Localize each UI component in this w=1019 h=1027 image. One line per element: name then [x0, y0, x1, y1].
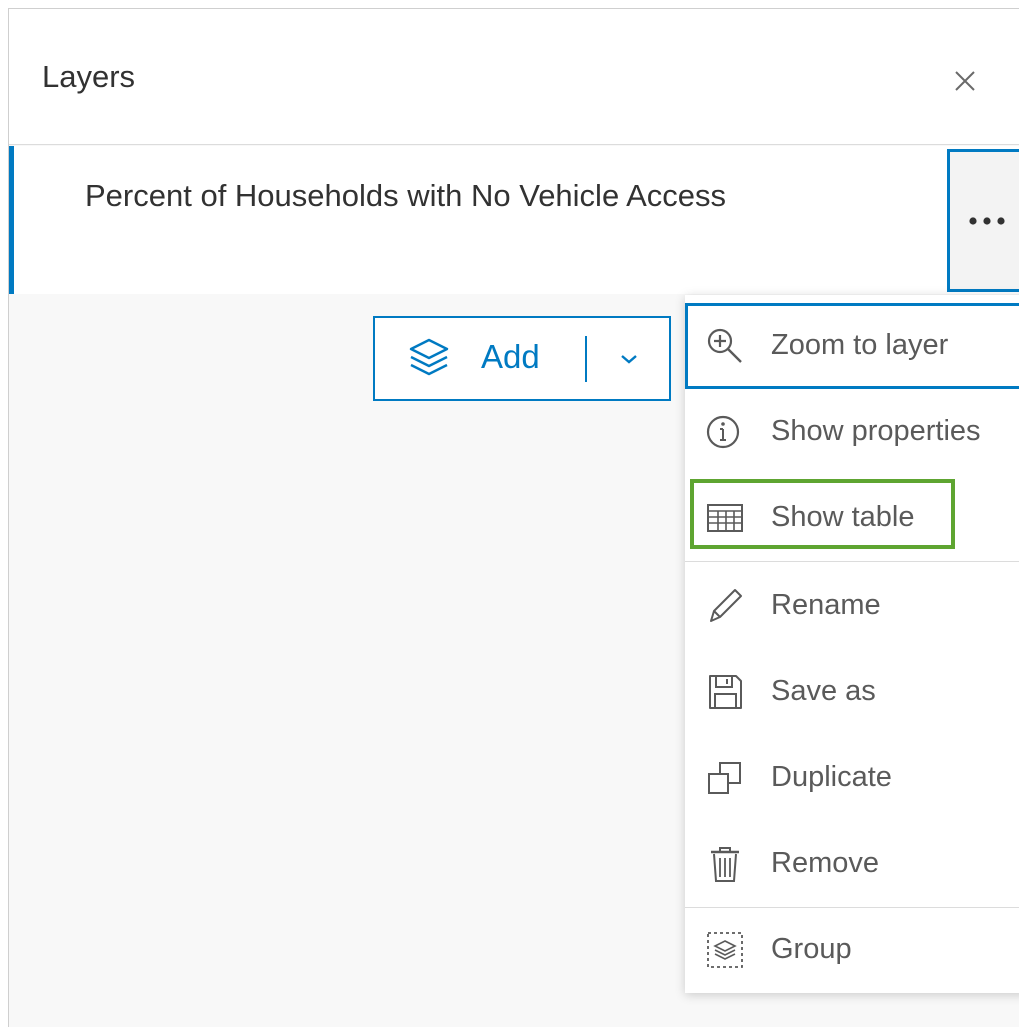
close-button[interactable]: [939, 55, 991, 107]
chevron-down-icon: [621, 354, 637, 364]
pencil-icon: [710, 589, 742, 622]
menu-item-label: Group: [771, 933, 852, 965]
panel-title: Layers: [42, 59, 136, 94]
zoom-in-icon: [707, 328, 742, 363]
menu-item-label: Duplicate: [771, 761, 892, 793]
layer-title: Percent of Households with No Vehicle Ac…: [85, 178, 727, 213]
menu-item-rename[interactable]: Rename: [685, 563, 1019, 649]
menu-item-group[interactable]: Group: [685, 907, 1019, 993]
menu-item-show-properties[interactable]: Show properties: [685, 389, 1019, 475]
save-icon: [709, 675, 742, 709]
layer-selected-indicator: [9, 146, 14, 294]
ellipsis-icon: [969, 216, 1005, 225]
menu-item-label: Rename: [771, 589, 881, 621]
menu-item-label: Show properties: [771, 415, 981, 447]
menu-item-show-table[interactable]: Show table: [685, 475, 1019, 561]
trash-icon: [711, 847, 739, 882]
layers-panel: Layers Percent of Households with No Veh…: [8, 8, 1019, 1027]
menu-item-duplicate[interactable]: Duplicate: [685, 735, 1019, 821]
info-icon: [706, 415, 740, 449]
menu-item-label: Remove: [771, 847, 879, 879]
duplicate-icon: [708, 762, 741, 794]
menu-separator: [685, 561, 1019, 562]
layers-icon: [409, 338, 449, 376]
menu-item-label: Show table: [771, 501, 915, 533]
menu-item-save-as[interactable]: Save as: [685, 649, 1019, 735]
close-icon: [955, 71, 975, 91]
group-layers-icon: [707, 932, 743, 968]
menu-item-label: Save as: [771, 675, 876, 707]
add-layer-label: Add: [481, 338, 540, 375]
menu-item-remove[interactable]: Remove: [685, 821, 1019, 907]
panel-header: Layers: [9, 9, 1019, 145]
layer-actions-menu: Zoom to layer Show properties Show table: [685, 295, 1019, 993]
add-layer-dropdown-button[interactable]: [587, 318, 671, 399]
layer-list-item[interactable]: Percent of Households with No Vehicle Ac…: [9, 146, 1019, 294]
add-layer-button-group: Add: [373, 316, 671, 401]
table-icon: [707, 504, 743, 532]
add-layer-button[interactable]: Add: [375, 318, 585, 399]
menu-item-zoom-to-layer[interactable]: Zoom to layer: [685, 303, 1019, 389]
layer-options-button[interactable]: [947, 149, 1019, 292]
menu-item-label: Zoom to layer: [771, 329, 949, 361]
